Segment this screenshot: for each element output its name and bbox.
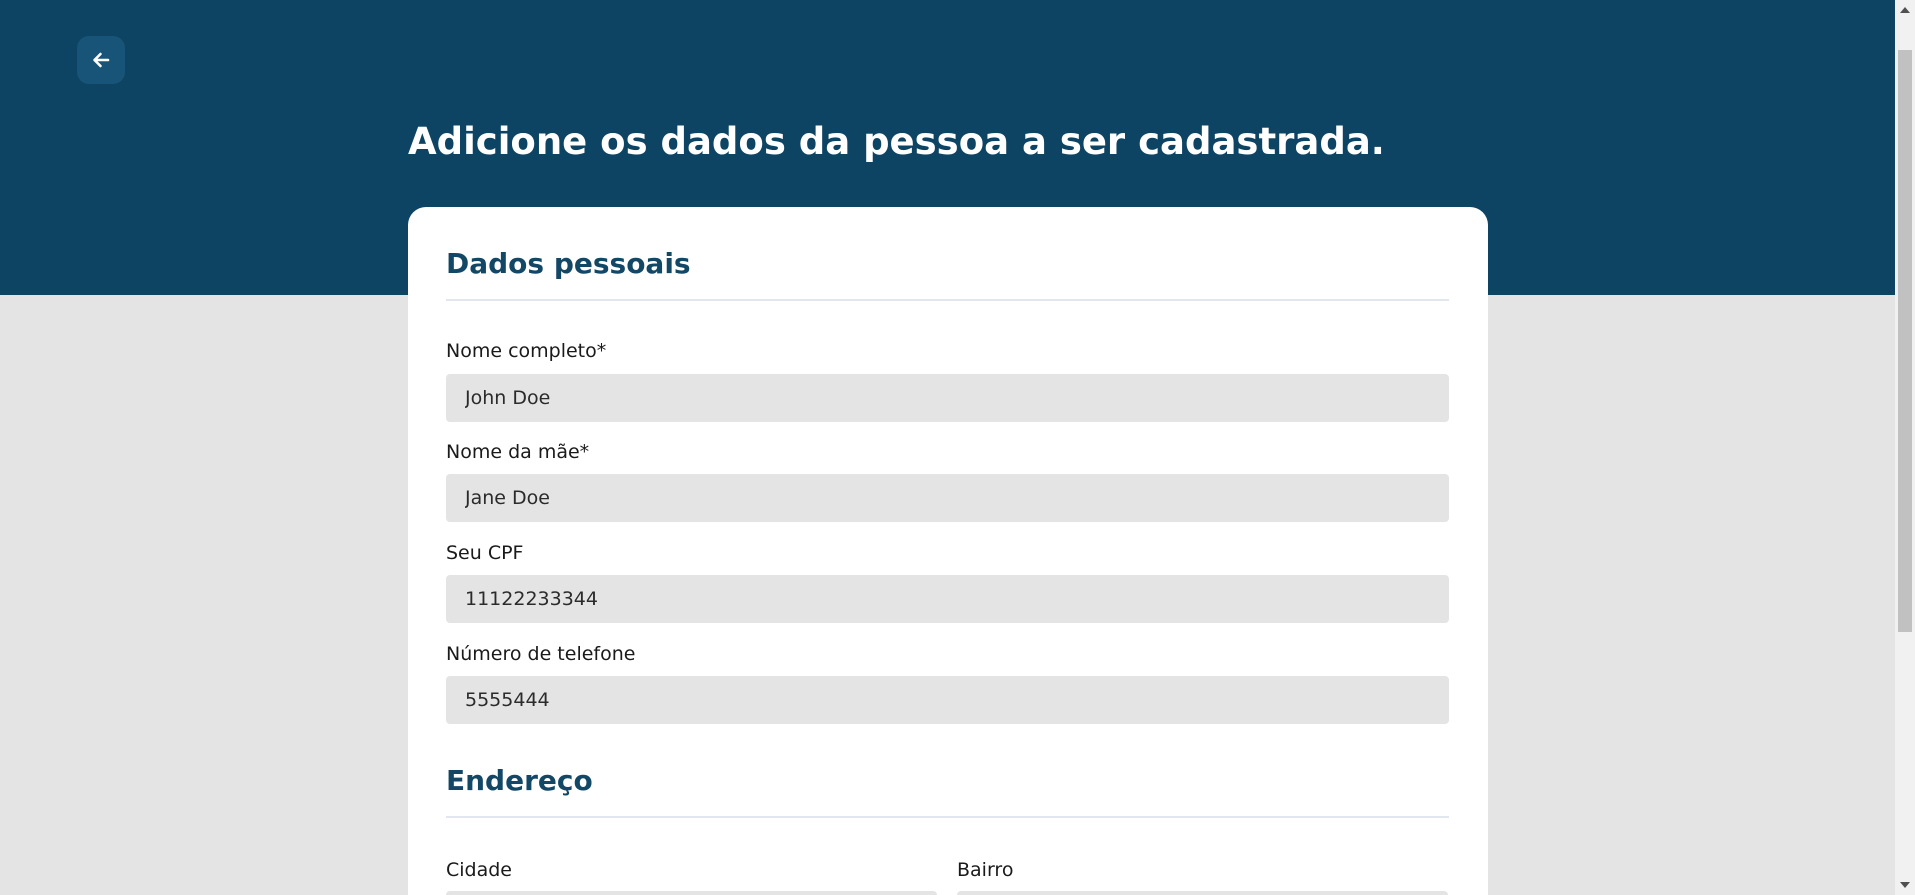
cpf-label: Seu CPF [446,542,524,564]
scroll-down-arrow-icon[interactable] [1895,877,1915,893]
arrow-left-icon [93,52,110,68]
section-title-address: Endereço [446,764,593,797]
full-name-input[interactable] [446,374,1449,422]
back-button[interactable] [77,36,125,84]
neighborhood-input[interactable] [957,891,1448,895]
section-title-personal-data: Dados pessoais [446,247,691,280]
scrollbar-thumb[interactable] [1898,50,1912,632]
vertical-scrollbar[interactable] [1895,0,1915,895]
city-input[interactable] [446,891,937,895]
section-divider [446,816,1449,818]
full-name-label: Nome completo* [446,340,607,362]
mother-name-input[interactable] [446,474,1449,522]
form-card: Dados pessoais Nome completo* Nome da mã… [408,207,1488,895]
city-label: Cidade [446,859,512,881]
cpf-input[interactable] [446,575,1449,623]
phone-label: Número de telefone [446,643,636,665]
section-divider [446,299,1449,301]
page-title: Adicione os dados da pessoa a ser cadast… [408,120,1385,163]
neighborhood-label: Bairro [957,859,1014,881]
page: Adicione os dados da pessoa a ser cadast… [0,0,1915,895]
mother-name-label: Nome da mãe* [446,441,590,463]
scroll-up-arrow-icon[interactable] [1895,2,1915,18]
phone-input[interactable] [446,676,1449,724]
